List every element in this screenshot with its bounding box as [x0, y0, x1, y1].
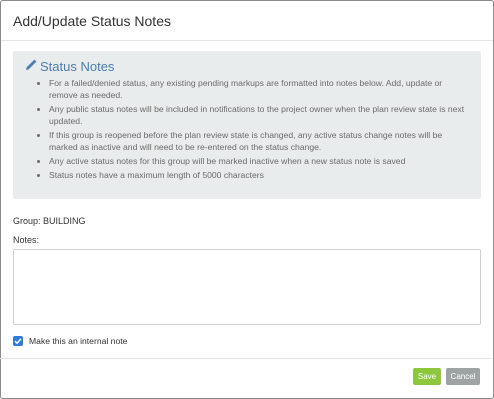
notes-textarea[interactable]: [13, 249, 481, 325]
info-heading: Status Notes: [25, 59, 469, 74]
info-heading-text: Status Notes: [40, 59, 115, 74]
checkmark-icon: [14, 338, 22, 345]
info-item: Any public status notes will be included…: [49, 103, 469, 127]
info-item: If this group is reopened before the pla…: [49, 129, 469, 153]
cancel-button[interactable]: Cancel: [446, 368, 480, 385]
save-button[interactable]: Save: [413, 368, 441, 385]
info-list: For a failed/denied status, any existing…: [25, 77, 469, 181]
group-label: Group: BUILDING: [13, 216, 86, 226]
internal-note-row[interactable]: Make this an internal note: [13, 336, 127, 346]
status-notes-info-panel: Status Notes For a failed/denied status,…: [13, 51, 481, 199]
internal-note-checkbox[interactable]: [13, 336, 23, 346]
info-item: Any active status notes for this group w…: [49, 155, 469, 167]
dialog-title: Add/Update Status Notes: [13, 13, 171, 29]
pencil-icon: [25, 59, 40, 74]
notes-label: Notes:: [13, 235, 40, 245]
info-item: For a failed/denied status, any existing…: [49, 77, 469, 101]
dialog-header: Add/Update Status Notes: [1, 1, 493, 41]
internal-note-label[interactable]: Make this an internal note: [29, 336, 127, 346]
status-notes-dialog: Add/Update Status Notes Status Notes For…: [0, 0, 494, 399]
info-item: Status notes have a maximum length of 50…: [49, 169, 469, 181]
dialog-footer-divider: [0, 358, 492, 359]
